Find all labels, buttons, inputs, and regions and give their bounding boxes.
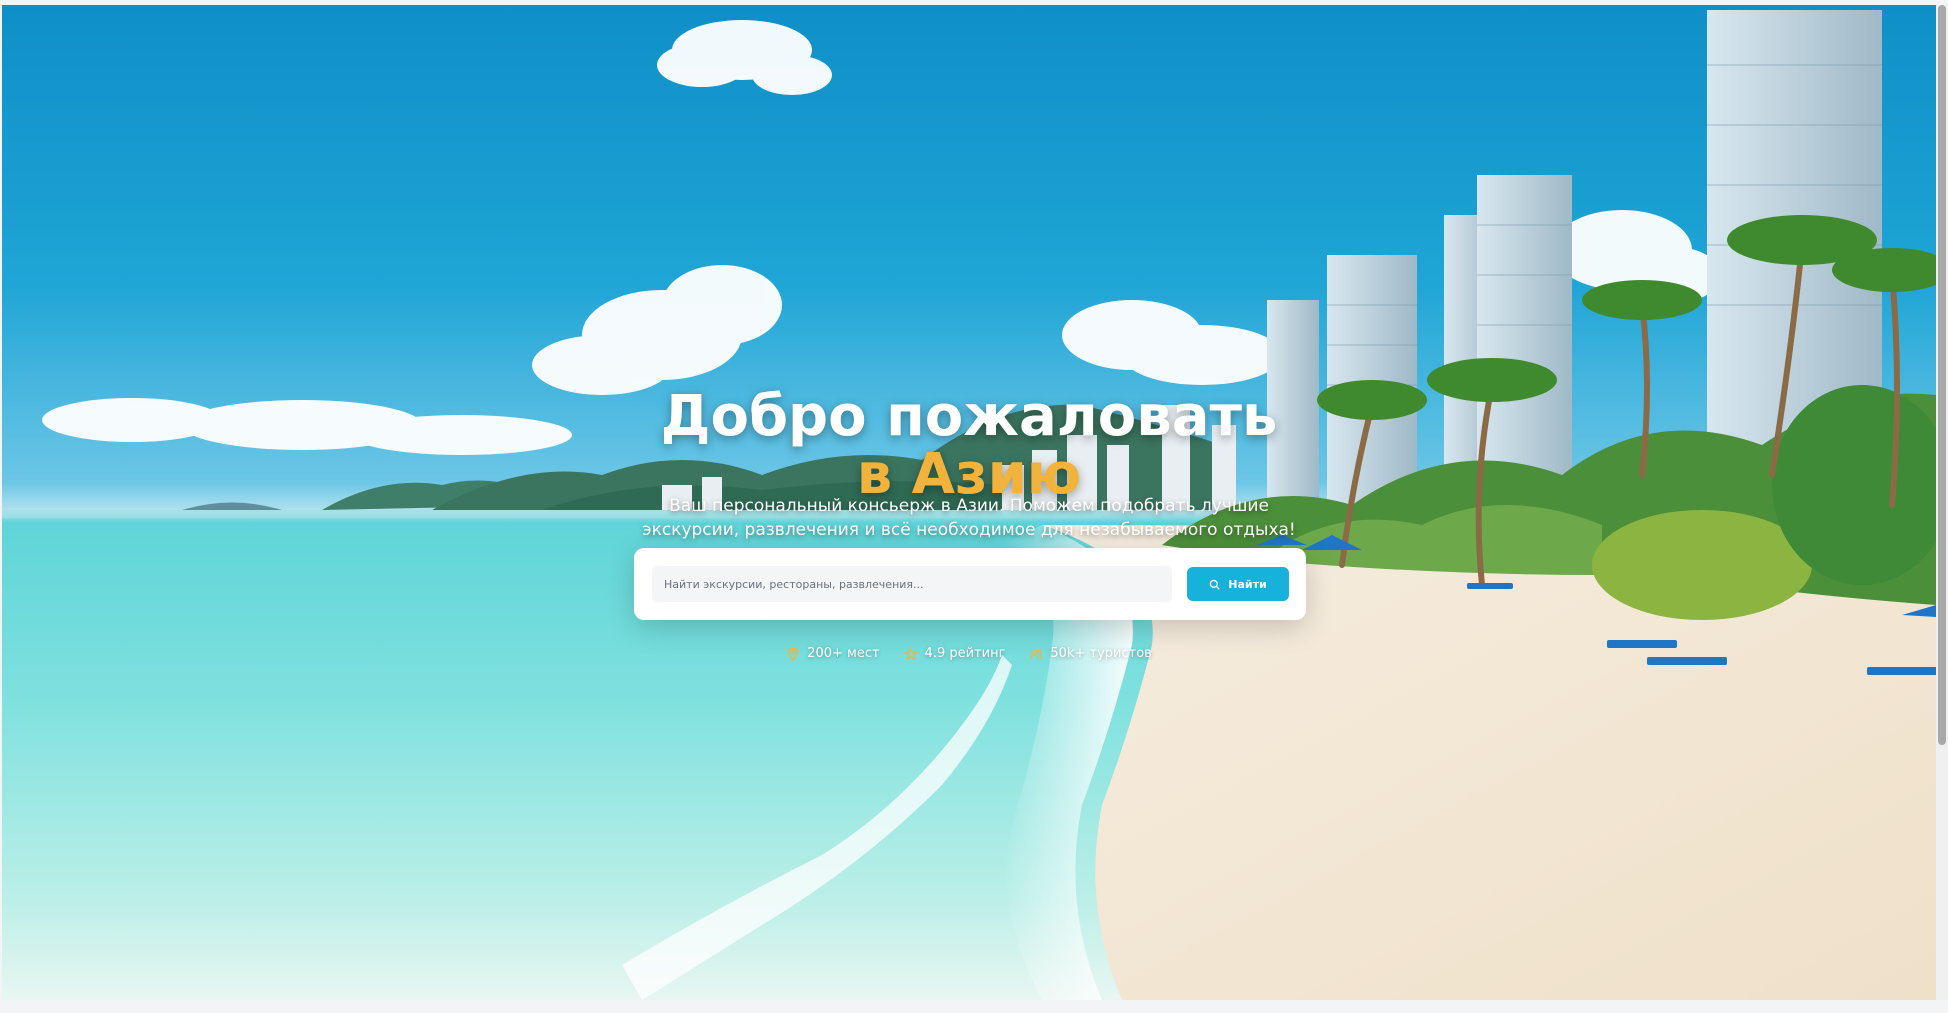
search-button[interactable]: Найти [1187,567,1289,601]
stat-places-label: 200+ мест [807,646,880,661]
star-icon [903,646,918,660]
hero-title-line1: Добро пожаловать [660,383,1278,449]
page-viewport: Добро пожаловать в Азию Ваш персональный… [0,0,1948,1013]
stats-bar: 200+ мест 4.9 рейтинг 50k+ туристов [2,646,1936,661]
stat-places: 200+ мест [786,646,880,661]
search-button-label: Найти [1228,577,1267,591]
map-pin-icon [788,646,799,661]
stat-tourists: 50k+ туристов [1029,646,1152,661]
users-icon [1030,648,1043,659]
hero-subtitle: Ваш персональный консьерж в Азии. Поможе… [642,496,1296,540]
stat-rating-label: 4.9 рейтинг [924,646,1006,661]
stat-rating: 4.9 рейтинг [903,646,1006,661]
hero-heading: Добро пожаловать в Азию [2,387,1936,504]
search-card: Найти [634,548,1306,620]
search-icon [1209,579,1221,590]
scrollbar-thumb[interactable] [1938,5,1946,745]
hero-section: Добро пожаловать в Азию Ваш персональный… [2,5,1936,1000]
search-input[interactable] [652,566,1172,602]
stat-tourists-label: 50k+ туристов [1050,646,1152,661]
